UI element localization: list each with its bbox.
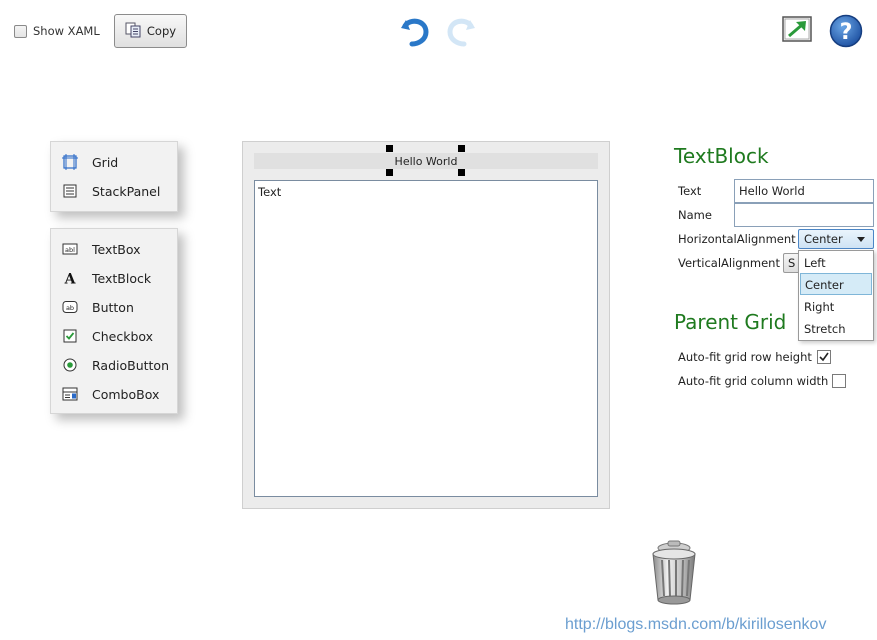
radiobutton-icon [62, 357, 78, 373]
toolbox-item-textblock[interactable]: A TextBlock [51, 267, 152, 289]
toolbox-item-label: TextBox [92, 241, 141, 257]
toolbox-item-label: StackPanel [92, 183, 161, 199]
resize-handle-top-left[interactable] [386, 145, 393, 152]
autofit-row-checkbox[interactable] [817, 350, 831, 364]
properties-heading: TextBlock [674, 144, 769, 168]
selected-textblock[interactable]: Hello World [388, 153, 464, 169]
autofit-col-label: Auto-fit grid column width [678, 374, 829, 388]
button-icon: ab [62, 299, 78, 315]
trash-icon[interactable] [647, 540, 701, 606]
toolbox-item-label: TextBlock [92, 270, 152, 286]
toolbox-item-radiobutton[interactable]: RadioButton [51, 354, 169, 376]
fullscreen-icon[interactable] [782, 16, 812, 42]
dropdown-option-center[interactable]: Center [800, 273, 872, 295]
textbox-icon: abl [62, 241, 78, 257]
dropdown-option-stretch[interactable]: Stretch [800, 318, 872, 340]
toolbox-item-checkbox[interactable]: Checkbox [51, 325, 153, 347]
resize-handle-bottom-left[interactable] [386, 169, 393, 176]
toolbox-item-textbox[interactable]: abl TextBox [51, 238, 141, 260]
resize-handle-bottom-right[interactable] [458, 169, 465, 176]
svg-text:A: A [64, 272, 77, 287]
show-xaml-toggle[interactable]: Show XAML [14, 24, 100, 38]
stackpanel-icon [62, 183, 78, 199]
toolbox-item-label: ComboBox [92, 386, 160, 402]
grid-icon [62, 154, 78, 170]
blog-link[interactable]: http://blogs.msdn.com/b/kirillosenkov [565, 616, 826, 634]
svg-text:ab: ab [66, 304, 74, 312]
undo-icon[interactable] [398, 10, 432, 50]
toolbox-item-label: Button [92, 299, 134, 315]
halign-combobox-value: Center [804, 232, 843, 246]
toolbox-item-label: RadioButton [92, 357, 169, 373]
halign-property-label: HorizontalAlignment [678, 232, 796, 246]
parent-grid-heading: Parent Grid [674, 310, 787, 334]
svg-text:?: ? [840, 20, 853, 45]
toolbox-item-combobox[interactable]: ComboBox [51, 383, 159, 405]
combobox-icon [62, 386, 78, 402]
layout-toolbox: Grid StackPanel [50, 141, 178, 212]
svg-text:abl: abl [65, 246, 75, 254]
show-xaml-label: Show XAML [33, 24, 100, 38]
toolbox-item-button[interactable]: ab Button [51, 296, 134, 318]
dropdown-option-right[interactable]: Right [800, 296, 872, 318]
copy-icon [125, 22, 141, 41]
halign-combobox[interactable]: Center [798, 229, 874, 249]
valign-combobox-value: S [788, 256, 796, 270]
textbox-element-text: Text [258, 185, 282, 199]
help-icon[interactable]: ? [829, 14, 863, 48]
chevron-down-icon [857, 237, 865, 242]
toolbox-item-grid[interactable]: Grid [51, 151, 118, 173]
copy-button[interactable]: Copy [114, 14, 187, 48]
textbox-element[interactable] [254, 180, 598, 497]
resize-handle-top-right[interactable] [458, 145, 465, 152]
checkmark-icon [819, 352, 829, 362]
name-property-label: Name [678, 208, 712, 222]
valign-property-label: VerticalAlignment [678, 256, 780, 270]
textblock-icon: A [62, 270, 78, 287]
copy-label: Copy [146, 24, 177, 38]
text-property-label: Text [678, 184, 702, 198]
toolbox-item-label: Grid [92, 154, 119, 170]
halign-dropdown-list: Left Center Right Stretch [798, 250, 874, 341]
show-xaml-checkbox[interactable] [14, 24, 27, 38]
controls-toolbox: abl TextBox A TextBlock ab Button Checkb… [50, 228, 178, 414]
redo-icon[interactable] [444, 10, 478, 50]
checkbox-icon [62, 328, 78, 344]
text-property-input[interactable]: Hello World [734, 179, 874, 203]
name-property-input[interactable] [734, 203, 874, 227]
dropdown-option-left[interactable]: Left [800, 252, 872, 274]
autofit-col-checkbox[interactable] [832, 374, 846, 388]
toolbox-item-stackpanel[interactable]: StackPanel [51, 180, 160, 202]
autofit-row-label: Auto-fit grid row height [678, 350, 812, 364]
toolbox-item-label: Checkbox [92, 328, 154, 344]
